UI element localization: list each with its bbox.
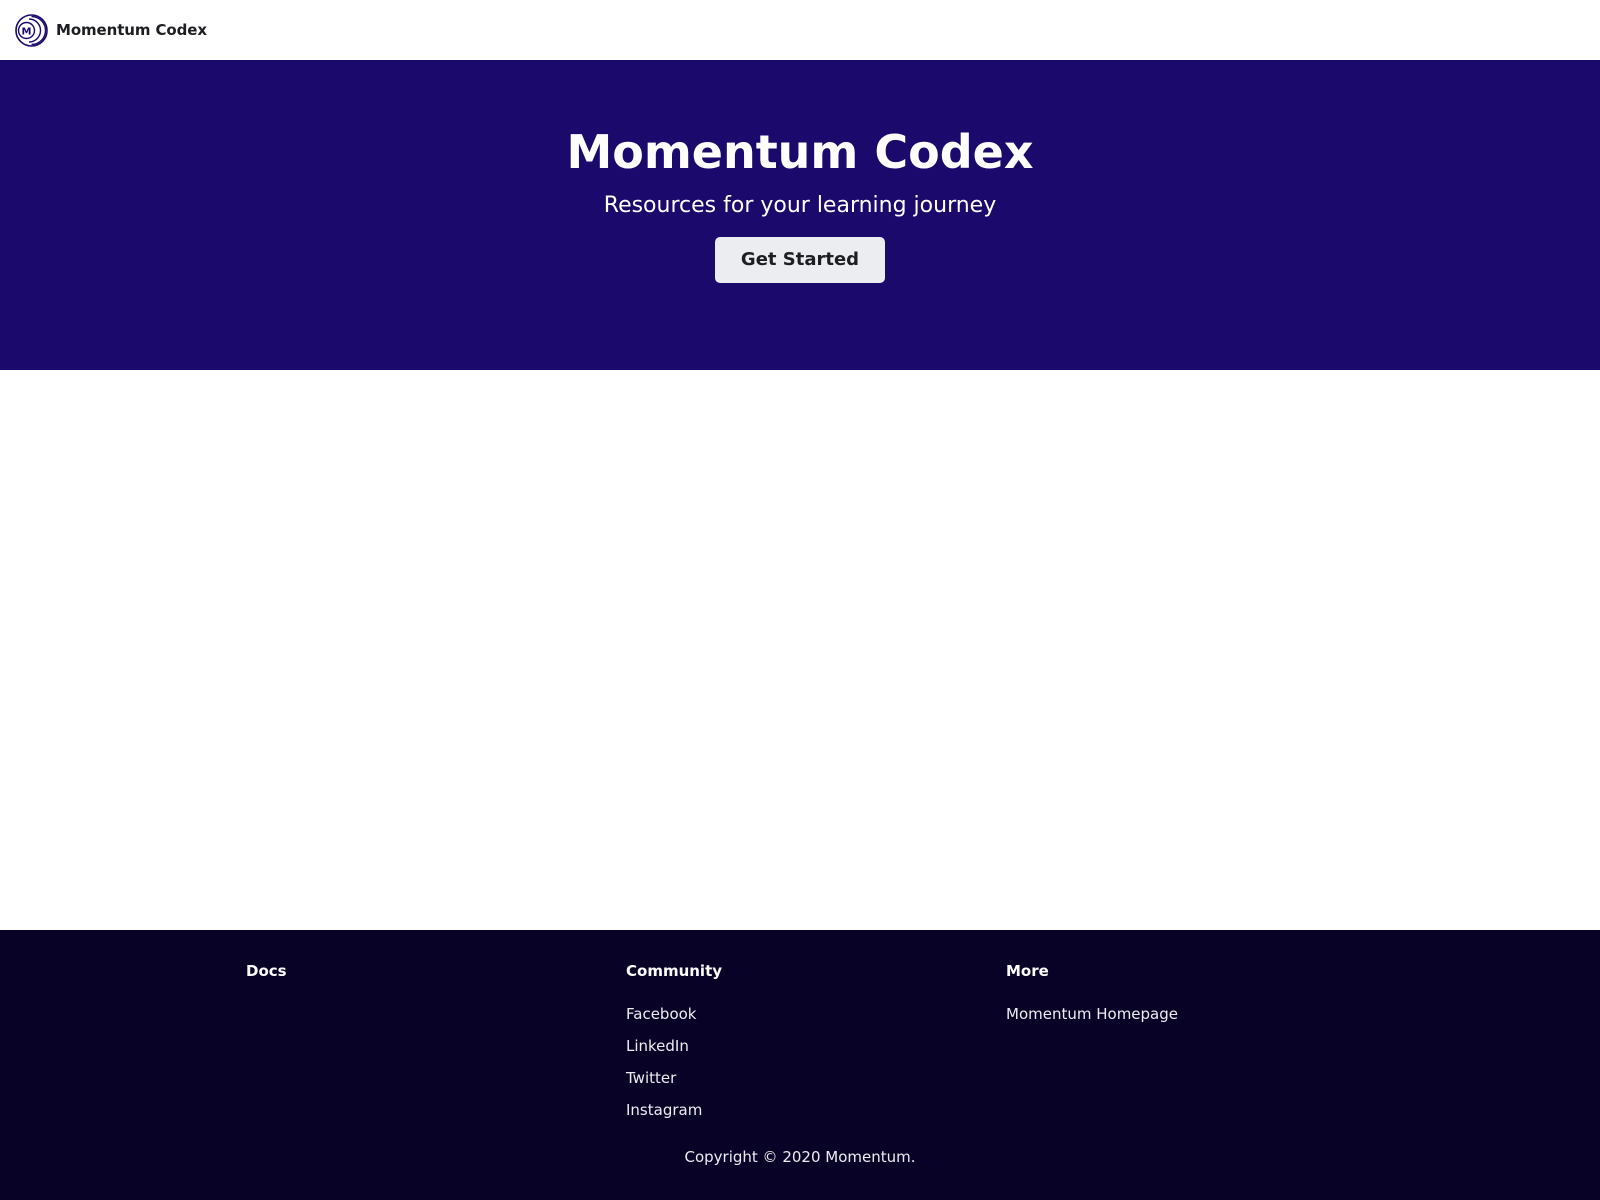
footer-column-more: More Momentum Homepage bbox=[1006, 962, 1386, 1126]
footer-links-more: Momentum Homepage bbox=[1006, 998, 1386, 1030]
hero-title: Momentum Codex bbox=[566, 125, 1034, 179]
footer-column-community: Community Facebook LinkedIn Twitter Inst… bbox=[626, 962, 1006, 1126]
footer-link-momentum-homepage[interactable]: Momentum Homepage bbox=[1006, 998, 1386, 1030]
footer-link-twitter[interactable]: Twitter bbox=[626, 1062, 1006, 1094]
brand-title: Momentum Codex bbox=[56, 21, 207, 39]
footer-column-title: More bbox=[1006, 962, 1049, 980]
brand-link[interactable]: M Momentum Codex bbox=[15, 13, 207, 47]
footer-column-docs: Docs bbox=[246, 962, 626, 1126]
navbar: M Momentum Codex bbox=[0, 0, 1600, 60]
get-started-button[interactable]: Get Started bbox=[715, 236, 885, 283]
footer-link-instagram[interactable]: Instagram bbox=[626, 1094, 1006, 1126]
footer-link-facebook[interactable]: Facebook bbox=[626, 998, 1006, 1030]
footer-columns: Docs Community Facebook LinkedIn Twitter… bbox=[246, 962, 1386, 1126]
footer-links-community: Facebook LinkedIn Twitter Instagram bbox=[626, 998, 1006, 1126]
footer-column-title: Community bbox=[626, 962, 723, 980]
footer: Docs Community Facebook LinkedIn Twitter… bbox=[0, 930, 1600, 1200]
copyright-text: Copyright © 2020 Momentum. bbox=[684, 1148, 916, 1166]
hero-banner: Momentum Codex Resources for your learni… bbox=[0, 60, 1600, 370]
footer-column-title: Docs bbox=[246, 962, 287, 980]
momentum-logo-icon: M bbox=[15, 13, 48, 47]
hero-subtitle: Resources for your learning journey bbox=[603, 193, 997, 219]
footer-link-linkedin[interactable]: LinkedIn bbox=[626, 1030, 1006, 1062]
logo-letter: M bbox=[22, 26, 32, 37]
main-content bbox=[0, 370, 1600, 930]
